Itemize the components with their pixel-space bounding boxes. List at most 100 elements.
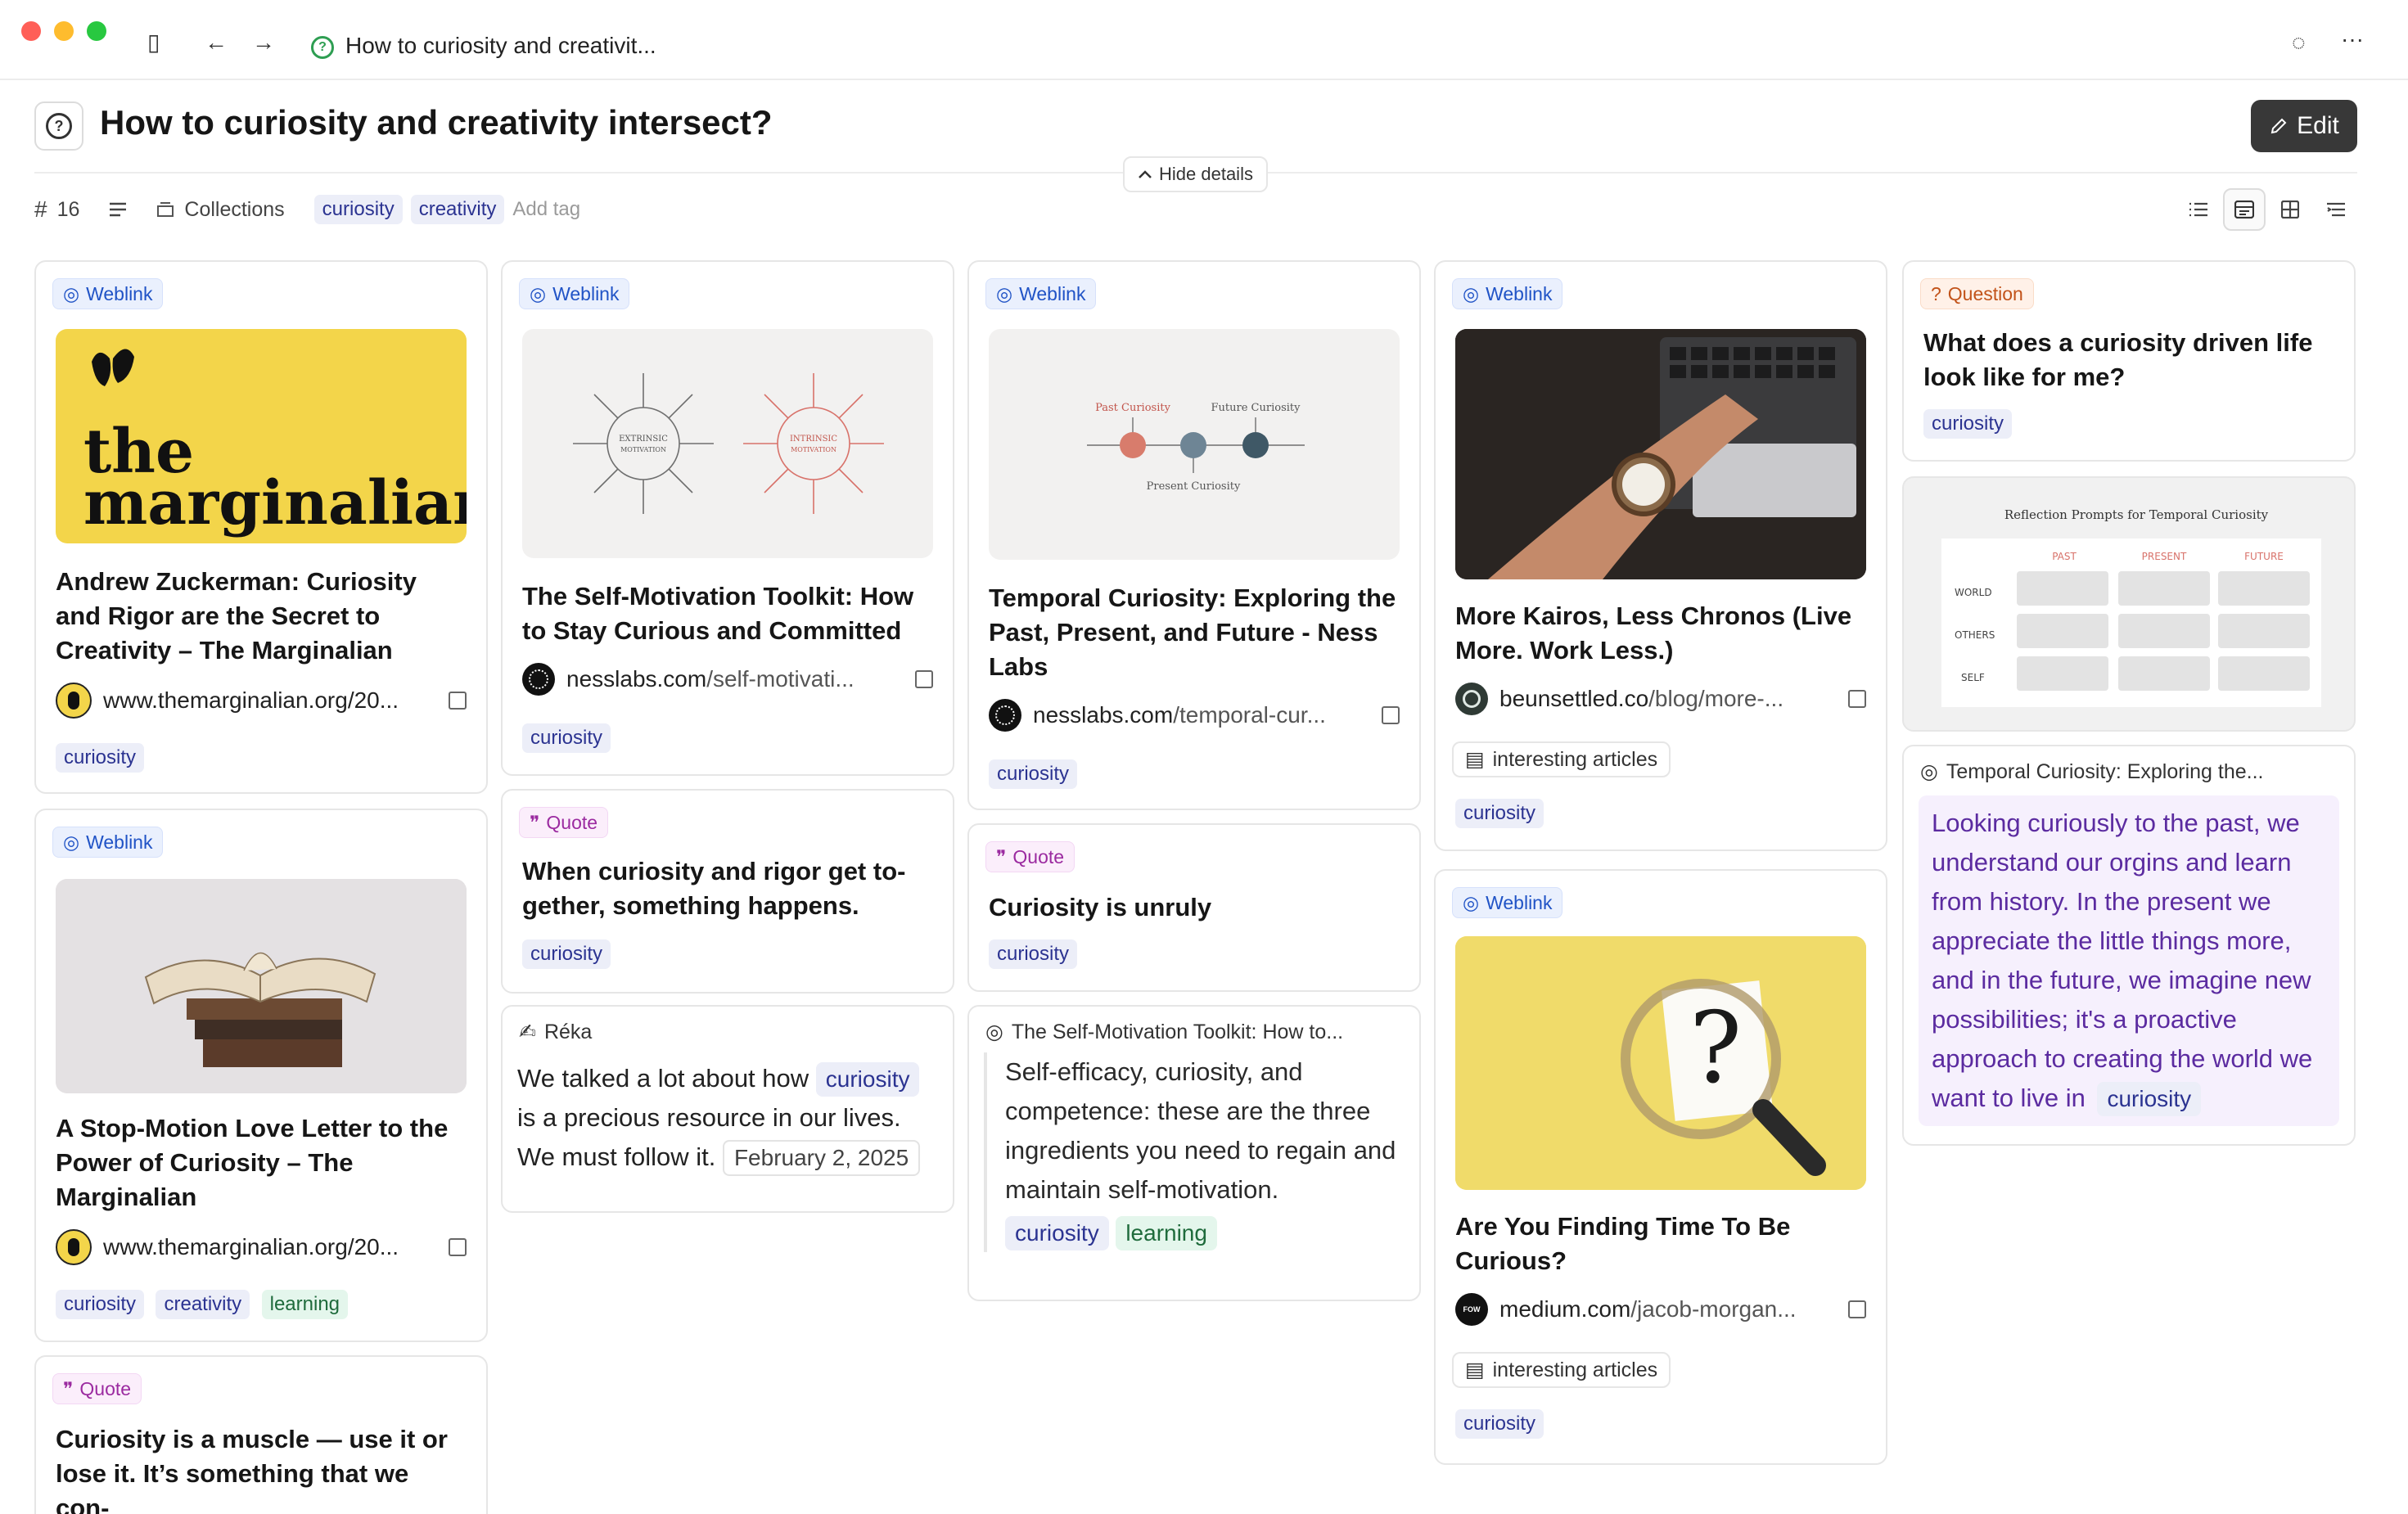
add-tag-input[interactable]: Add tag	[512, 198, 580, 221]
url-domain: beunsettled.co	[1499, 686, 1649, 711]
tag-learning[interactable]: learning	[1116, 1216, 1217, 1250]
card-url[interactable]: nesslabs.com/self-motivati...	[522, 663, 933, 696]
svg-text:Past Curiosity: Past Curiosity	[1095, 402, 1171, 414]
quote-badge: ❞ Quote	[985, 841, 1075, 872]
back-arrow-icon[interactable]: ←	[205, 31, 228, 54]
card-highlight-temporal[interactable]: ◎ Temporal Curiosity: Exploring the... L…	[1902, 745, 2356, 1146]
card-tags: curiosity	[989, 759, 1400, 789]
collection-chip[interactable]: ▤ interesting articles	[1452, 741, 1671, 777]
pencil-icon	[2270, 118, 2287, 134]
tag-curiosity[interactable]: curiosity	[56, 1290, 145, 1319]
card-tags: curiosity	[1455, 799, 1866, 828]
card-weblink-finding-time[interactable]: ◎ Weblink ? Are You Finding Time To Be Cu…	[1434, 869, 1887, 1465]
card-note-reka[interactable]: ✍ Réka We talked a lot about how curiosi…	[501, 1005, 954, 1213]
quote-badge: ❞ Quote	[519, 807, 609, 838]
tag-learning[interactable]: learning	[261, 1290, 349, 1319]
list-view-icon[interactable]	[2177, 188, 2220, 231]
author-name: Réka	[543, 1020, 593, 1043]
tag-creativity[interactable]: creativity	[410, 195, 505, 224]
weblink-badge: ◎ Weblink	[985, 278, 1097, 309]
note-author: ✍ Réka	[519, 1020, 936, 1044]
tag-creativity[interactable]: creativity	[156, 1290, 250, 1319]
inline-tag-curiosity[interactable]: curiosity	[815, 1062, 920, 1097]
card-title: Curiosity is a muscle — use it or lose i…	[56, 1425, 448, 1514]
tag-curiosity[interactable]: curiosity	[522, 723, 611, 753]
card-weblink-self-motivation[interactable]: ◎ Weblink EXTRINSIC MOTIVATION INTRINSIC …	[501, 260, 954, 776]
card-tags: curiosity	[56, 743, 467, 773]
card-highlight-self-motivation[interactable]: ◎ The Self-Motivation Toolkit: How to...…	[967, 1005, 1421, 1301]
card-view-icon[interactable]	[2223, 188, 2266, 231]
copy-link-icon[interactable]	[1382, 706, 1400, 724]
zoom-window-button[interactable]	[87, 21, 106, 41]
badge-label: Quote	[546, 811, 598, 833]
tag-curiosity[interactable]: curiosity	[989, 759, 1078, 789]
copy-link-icon[interactable]	[915, 670, 933, 688]
card-weblink-temporal-curiosity[interactable]: ◎ Weblink Past Curiosity Future Curiosity…	[967, 260, 1421, 810]
card-url[interactable]: www.themarginalian.org/20...	[56, 683, 467, 719]
hide-details-button[interactable]: Hide details	[1123, 156, 1268, 192]
quote-badge: ❞ Quote	[52, 1373, 142, 1404]
badge-label: Question	[1947, 282, 2023, 304]
minimize-window-button[interactable]	[54, 21, 74, 41]
tag-curiosity[interactable]: curiosity	[313, 195, 403, 224]
copy-link-icon[interactable]	[449, 692, 467, 710]
card-weblink-marginalian-1[interactable]: ◎ Weblink the marginalian Andrew Zuckerma…	[34, 260, 488, 794]
globe-icon: ◎	[996, 282, 1013, 304]
card-url[interactable]: beunsettled.co/blog/more-...	[1455, 683, 1866, 715]
collection-chip[interactable]: ▤ interesting articles	[1452, 1352, 1671, 1388]
grid-view-icon[interactable]	[2269, 188, 2311, 231]
globe-icon: ◎	[63, 282, 80, 304]
card-weblink-marginalian-2[interactable]: ◎ Weblink A Stop-Motion Love Letter to th…	[34, 809, 488, 1342]
chevron-up-icon	[1139, 170, 1152, 178]
card-image-reflection-prompts[interactable]: Reflection Prompts for Temporal Curiosit…	[1902, 476, 2356, 732]
copy-link-icon[interactable]	[1848, 1300, 1866, 1318]
copy-link-icon[interactable]	[449, 1238, 467, 1256]
nesslabs-favicon	[989, 699, 1021, 732]
highlight-tags: curiosity learning	[1005, 1213, 1405, 1252]
card-quote-unruly[interactable]: ❞ Quote Curiosity is unruly curiosity	[967, 823, 1421, 992]
note-text: We talked a lot about how curiosity is a…	[517, 1059, 938, 1177]
card-quote-rigor[interactable]: ❞ Quote When curiosity and rigor get to-g…	[501, 789, 954, 994]
nesslabs-favicon	[522, 663, 555, 696]
svg-text:WORLD: WORLD	[1955, 587, 1992, 598]
title-bar: ▯ ← → ? How to curiosity and creativit..…	[0, 0, 2408, 80]
tag-curiosity[interactable]: curiosity	[1005, 1216, 1109, 1250]
tag-curiosity[interactable]: curiosity	[1455, 1409, 1544, 1439]
svg-text:INTRINSIC: INTRINSIC	[790, 435, 837, 444]
collections-button[interactable]: Collections	[156, 198, 285, 222]
inline-tag-curiosity[interactable]: curiosity	[2097, 1082, 2202, 1116]
sidebar-toggle-icon[interactable]: ▯	[147, 31, 160, 54]
marginalian-logo-thumbnail: the marginalian	[56, 329, 467, 543]
card-url[interactable]: www.themarginalian.org/20...	[56, 1229, 467, 1265]
card-url-text: nesslabs.com/temporal-cur...	[1033, 702, 1373, 728]
question-icon: ?	[311, 36, 334, 59]
card-title: Are You Finding Time To Be Curious?	[1455, 1212, 1791, 1275]
card-url[interactable]: FOW medium.com/jacob-morgan...	[1455, 1293, 1866, 1326]
url-path: /jacob-morgan...	[1630, 1296, 1797, 1322]
tag-curiosity[interactable]: curiosity	[522, 939, 611, 969]
future-of-work-favicon: FOW	[1455, 1293, 1488, 1326]
card-question-life[interactable]: ? Question What does a curiosity driven l…	[1902, 260, 2356, 462]
tag-curiosity[interactable]: curiosity	[989, 939, 1078, 969]
edit-button[interactable]: Edit	[2251, 100, 2357, 152]
copy-link-icon[interactable]	[1848, 690, 1866, 708]
quote-icon: ❞	[530, 811, 540, 833]
card-quote-muscle[interactable]: ❞ Quote Curiosity is a muscle — use it or…	[34, 1355, 488, 1514]
tag-curiosity[interactable]: curiosity	[56, 743, 145, 773]
close-window-button[interactable]	[21, 21, 41, 41]
wristwatch-photo-thumbnail	[1455, 329, 1866, 579]
tag-curiosity[interactable]: curiosity	[1923, 409, 2013, 439]
description-icon[interactable]	[109, 202, 127, 217]
svg-text:PRESENT: PRESENT	[2142, 551, 2187, 562]
card-weblink-kairos[interactable]: ◎ Weblink More Kairos, Less Chronos (Live…	[1434, 260, 1887, 851]
outline-view-icon[interactable]	[2315, 188, 2357, 231]
card-title: Curiosity is unruly	[989, 893, 1212, 921]
date-chip[interactable]: February 2, 2025	[722, 1140, 921, 1176]
more-options-icon[interactable]: ···	[2341, 28, 2364, 51]
card-url[interactable]: nesslabs.com/temporal-cur...	[989, 699, 1400, 732]
question-mark-glyph: ?	[1689, 992, 1742, 1106]
quote-icon: ❞	[996, 845, 1007, 867]
page-title: How to curiosity and creativity intersec…	[100, 103, 773, 142]
tag-curiosity[interactable]: curiosity	[1455, 799, 1544, 828]
forward-arrow-icon[interactable]: →	[252, 31, 275, 54]
